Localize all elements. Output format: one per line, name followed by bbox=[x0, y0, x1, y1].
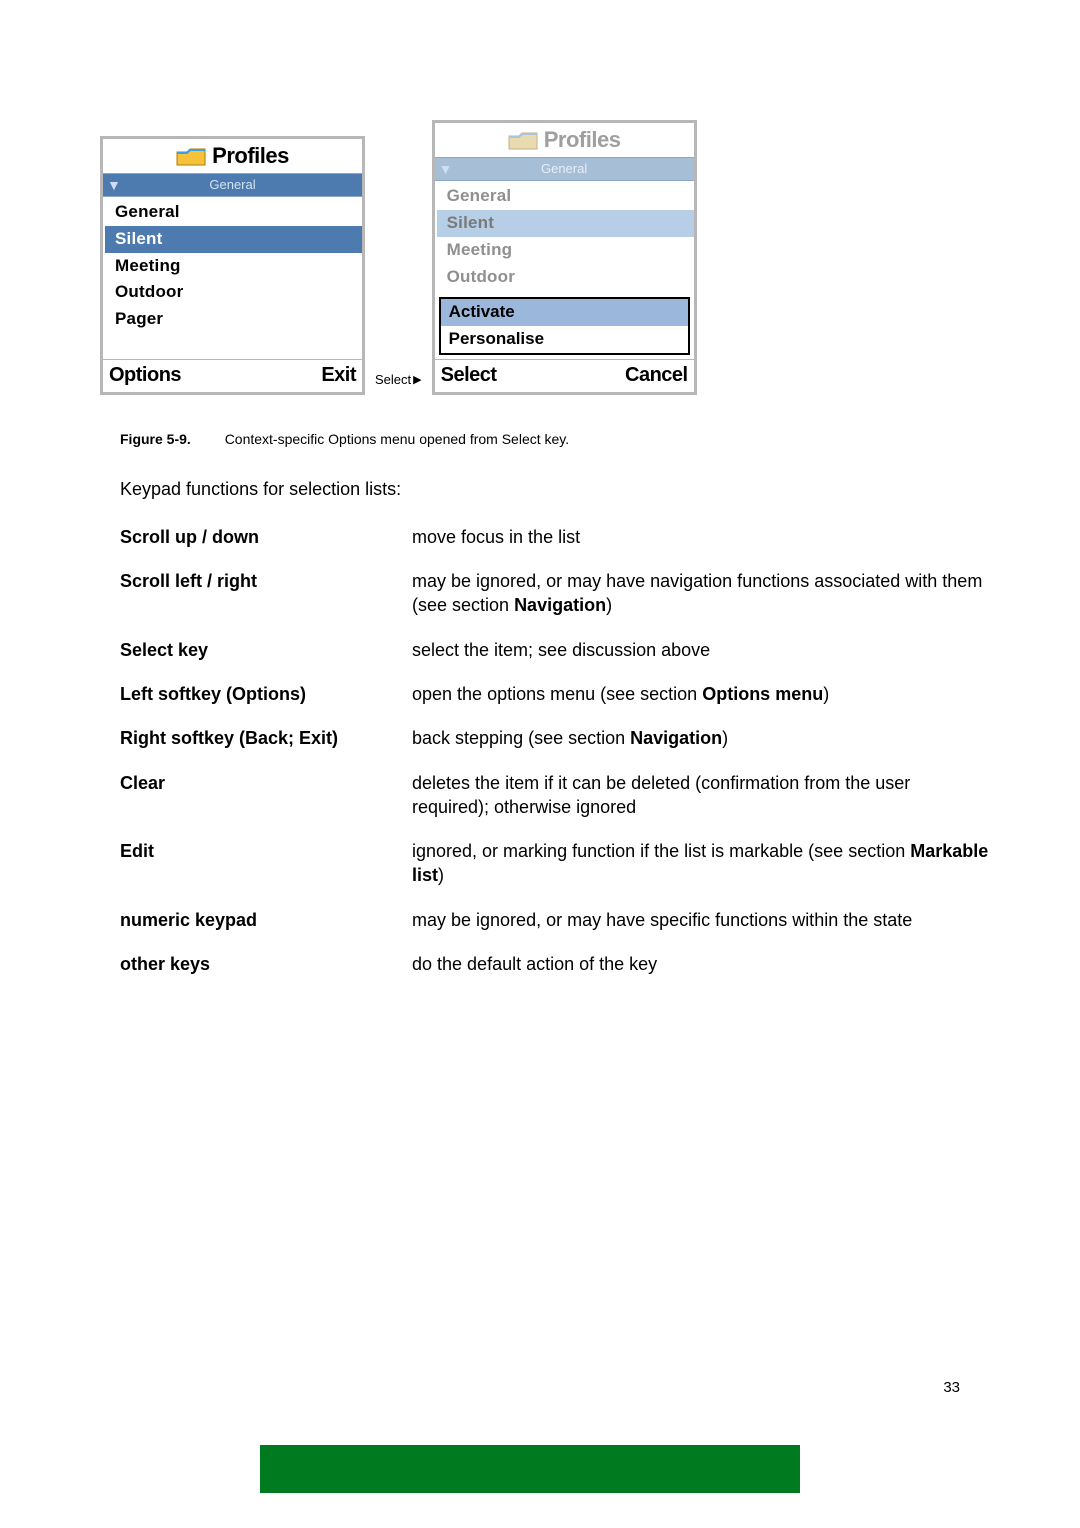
figure: Profiles ▼ General General Silent Meetin… bbox=[100, 120, 990, 395]
list-item[interactable]: Silent bbox=[105, 226, 362, 253]
status-bar-label: General bbox=[541, 160, 587, 178]
list-item: Silent bbox=[437, 210, 694, 237]
signal-icon: ▼ bbox=[439, 160, 453, 179]
keypad-functions-list: Scroll up / down move focus in the list … bbox=[120, 525, 990, 977]
right-triangle-icon: ▶ bbox=[413, 374, 421, 386]
right-softkey[interactable]: Exit bbox=[321, 362, 356, 389]
list-item[interactable]: Outdoor bbox=[105, 279, 362, 306]
def-term: Right softkey (Back; Exit) bbox=[120, 726, 412, 750]
def-row: Right softkey (Back; Exit) back stepping… bbox=[120, 726, 990, 750]
list-item[interactable]: General bbox=[105, 199, 362, 226]
def-term: Edit bbox=[120, 839, 412, 888]
def-desc: move focus in the list bbox=[412, 525, 990, 549]
figure-caption-text: Context-specific Options menu opened fro… bbox=[225, 431, 569, 447]
def-desc: open the options menu (see section Optio… bbox=[412, 682, 990, 706]
softkey-bar: Options Exit bbox=[103, 359, 362, 392]
def-row: Scroll left / right may be ignored, or m… bbox=[120, 569, 990, 618]
def-desc: may be ignored, or may have navigation f… bbox=[412, 569, 990, 618]
def-row: Scroll up / down move focus in the list bbox=[120, 525, 990, 549]
list-item: Meeting bbox=[437, 237, 694, 264]
folder-icon bbox=[508, 129, 538, 151]
intro-text: Keypad functions for selection lists: bbox=[120, 477, 990, 501]
page-number: 33 bbox=[943, 1378, 960, 1398]
def-desc: ignored, or marking function if the list… bbox=[412, 839, 990, 888]
figure-caption: Figure 5-9. Context-specific Options men… bbox=[120, 430, 990, 449]
phone-screen-left: Profiles ▼ General General Silent Meetin… bbox=[100, 136, 365, 395]
list-item: Outdoor bbox=[437, 264, 694, 291]
def-term: other keys bbox=[120, 952, 412, 976]
def-term: Select key bbox=[120, 638, 412, 662]
softkey-bar: Select Cancel bbox=[435, 359, 694, 392]
footer-bar bbox=[260, 1445, 800, 1493]
folder-icon bbox=[176, 145, 206, 167]
def-desc: select the item; see discussion above bbox=[412, 638, 990, 662]
status-bar-label: General bbox=[209, 176, 255, 194]
list-item[interactable]: Meeting bbox=[105, 253, 362, 280]
screen-title-text: Profiles bbox=[544, 125, 621, 155]
profile-list: General Silent Meeting Outdoor bbox=[435, 181, 694, 291]
def-term: numeric keypad bbox=[120, 908, 412, 932]
phone-screen-right: Profiles ▼ General General Silent Meetin… bbox=[432, 120, 697, 395]
def-term: Scroll up / down bbox=[120, 525, 412, 549]
def-term: Left softkey (Options) bbox=[120, 682, 412, 706]
figure-number: Figure 5-9. bbox=[120, 431, 191, 447]
screen-title: Profiles bbox=[435, 123, 694, 157]
signal-icon: ▼ bbox=[107, 176, 121, 195]
screen-title-text: Profiles bbox=[212, 141, 289, 171]
def-row: Left softkey (Options) open the options … bbox=[120, 682, 990, 706]
list-item[interactable]: Pager bbox=[105, 306, 362, 333]
profile-list[interactable]: General Silent Meeting Outdoor Pager bbox=[103, 197, 362, 359]
status-bar: ▼ General bbox=[435, 157, 694, 181]
def-desc: do the default action of the key bbox=[412, 952, 990, 976]
select-arrow-label: Select▶ bbox=[375, 371, 422, 389]
def-row: other keys do the default action of the … bbox=[120, 952, 990, 976]
status-bar: ▼ General bbox=[103, 173, 362, 197]
def-term: Clear bbox=[120, 771, 412, 820]
def-desc: may be ignored, or may have specific fun… bbox=[412, 908, 990, 932]
options-popup[interactable]: Activate Personalise bbox=[439, 297, 690, 355]
def-row: numeric keypad may be ignored, or may ha… bbox=[120, 908, 990, 932]
left-softkey[interactable]: Options bbox=[109, 362, 181, 389]
def-row: Clear deletes the item if it can be dele… bbox=[120, 771, 990, 820]
list-item: General bbox=[437, 183, 694, 210]
def-desc: deletes the item if it can be deleted (c… bbox=[412, 771, 990, 820]
popup-item[interactable]: Activate bbox=[441, 299, 688, 326]
def-row: Edit ignored, or marking function if the… bbox=[120, 839, 990, 888]
def-desc: back stepping (see section Navigation) bbox=[412, 726, 990, 750]
screen-title: Profiles bbox=[103, 139, 362, 173]
popup-item[interactable]: Personalise bbox=[441, 326, 688, 353]
def-row: Select key select the item; see discussi… bbox=[120, 638, 990, 662]
right-softkey[interactable]: Cancel bbox=[625, 362, 688, 389]
left-softkey[interactable]: Select bbox=[441, 362, 497, 389]
def-term: Scroll left / right bbox=[120, 569, 412, 618]
